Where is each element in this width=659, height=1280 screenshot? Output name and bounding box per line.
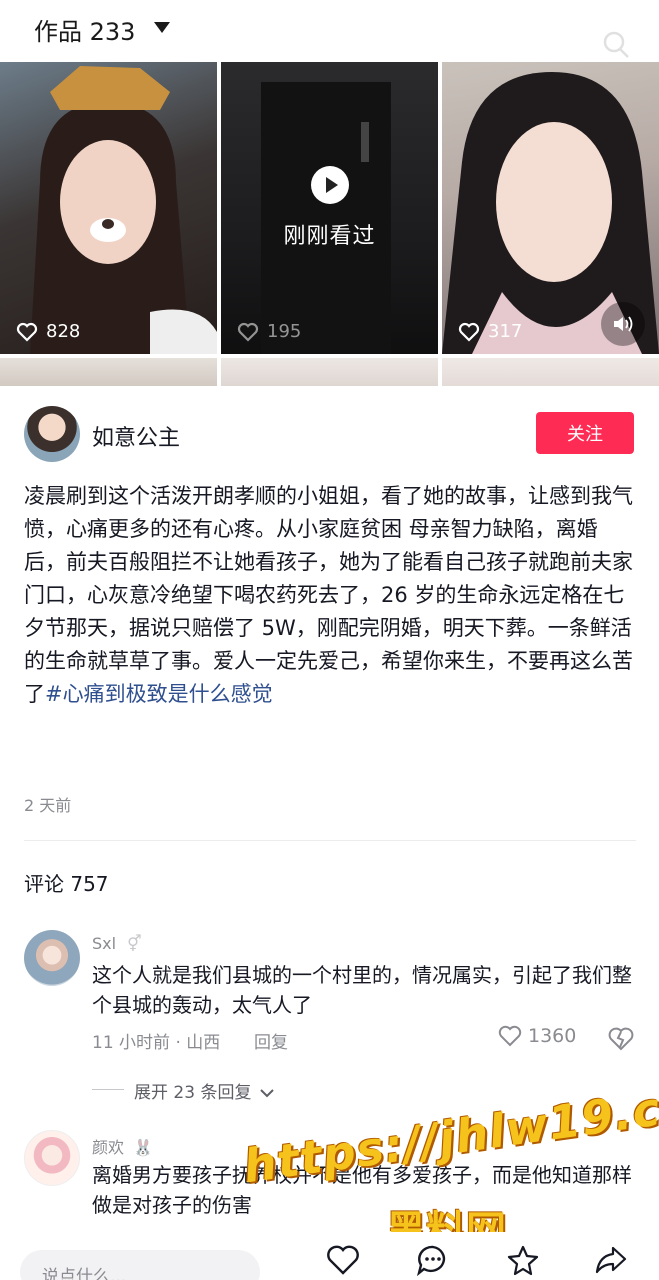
comment-input[interactable]: 说点什么... <box>20 1250 260 1280</box>
heart-icon <box>16 322 38 342</box>
just-watched-label: 刚刚看过 <box>283 224 376 249</box>
video-tile[interactable] <box>442 358 659 386</box>
post-description: 凌晨刷到这个活泼开朗孝顺的小姐姐，看了她的故事，让感到我气愤，心痛更多的还有心疼… <box>24 480 636 711</box>
dislike-icon[interactable] <box>608 1027 634 1055</box>
video-tile[interactable]: 317 <box>442 62 659 354</box>
divider <box>92 1089 124 1090</box>
bottom-action-bar: 说点什么... <box>0 1232 659 1280</box>
tile-likes: 317 <box>458 321 522 342</box>
follow-button[interactable]: 关注 <box>536 412 634 454</box>
video-tile[interactable] <box>0 358 217 386</box>
comment-input-placeholder: 说点什么... <box>42 1267 127 1280</box>
comment-like-count: 1360 <box>528 1025 577 1047</box>
avatar[interactable] <box>24 406 80 462</box>
description-text: 凌晨刷到这个活泼开朗孝顺的小姐姐，看了她的故事，让感到我气愤，心痛更多的还有心疼… <box>24 484 633 706</box>
comments-title: 评论 757 <box>24 872 109 896</box>
author-row: 如意公主 关注 <box>0 400 659 468</box>
reply-button[interactable]: 回复 <box>254 1028 288 1053</box>
video-tile[interactable] <box>221 358 438 386</box>
works-header: 作品 233 <box>0 0 659 60</box>
tile-likes-count: 195 <box>267 321 302 342</box>
heart-icon <box>498 1025 522 1047</box>
video-tile[interactable]: 刚刚看过 195 <box>221 62 438 354</box>
expand-replies-button[interactable]: 展开 23 条回复 <box>134 1078 275 1103</box>
play-icon[interactable] <box>310 166 349 204</box>
works-count-label[interactable]: 作品 233 <box>34 12 135 47</box>
comment-username[interactable]: Sxl ⚥ <box>92 934 142 953</box>
play-overlay: 刚刚看过 <box>221 166 438 250</box>
gender-icon: ⚥ <box>127 934 142 953</box>
tile-likes-count: 828 <box>46 321 81 342</box>
avatar[interactable] <box>24 930 80 986</box>
chevron-down-icon[interactable] <box>154 22 170 33</box>
thumbnail-image <box>30 66 217 354</box>
share-icon[interactable] <box>594 1244 628 1280</box>
divider <box>24 840 636 841</box>
chevron-down-icon <box>260 1089 274 1098</box>
avatar[interactable] <box>24 1130 80 1186</box>
post-time: 2 天前 <box>24 796 72 815</box>
comment-meta: 11 小时前 · 山西 <box>92 1033 221 1053</box>
comment-username[interactable]: 颜欢 🐰 <box>92 1134 153 1158</box>
heart-icon <box>458 322 480 342</box>
hashtag-link[interactable]: #心痛到极致是什么感觉 <box>45 682 273 706</box>
search-icon[interactable] <box>600 30 632 66</box>
video-grid: 828 刚刚看过 195 317 <box>0 62 659 386</box>
tile-likes: 195 <box>237 321 301 342</box>
tile-likes: 828 <box>16 321 80 342</box>
author-name[interactable]: 如意公主 <box>92 420 180 452</box>
star-icon[interactable] <box>506 1244 540 1280</box>
comment-like-button[interactable]: 1360 <box>498 1025 576 1047</box>
like-icon[interactable] <box>326 1244 360 1280</box>
comment-icon[interactable] <box>416 1244 450 1280</box>
tile-likes-count: 317 <box>488 321 523 342</box>
heart-icon <box>237 322 259 342</box>
comment-text: 这个人就是我们县城的一个村里的，情况属实，引起了我们整个县城的轰动，太气人了 <box>92 963 632 1017</box>
sound-icon[interactable] <box>601 302 645 346</box>
bunny-icon: 🐰 <box>133 1138 154 1157</box>
video-tile[interactable]: 828 <box>0 62 217 354</box>
